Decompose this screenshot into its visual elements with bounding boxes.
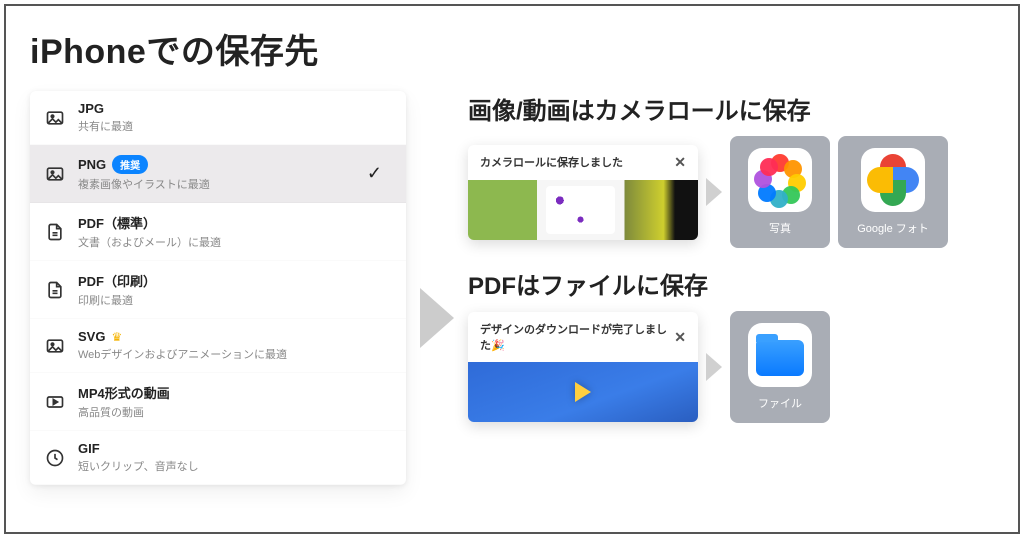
export-item-gif[interactable]: GIF 短いクリップ、音声なし	[30, 431, 406, 485]
toast-message: デザインのダウンロードが完了しました🎉	[480, 321, 674, 353]
section-title-images: 画像/動画はカメラロールに保存	[468, 91, 994, 126]
export-desc: 短いクリップ、音声なし	[78, 458, 392, 474]
arrow-right-icon	[706, 178, 722, 206]
app-label: ファイル	[758, 395, 802, 411]
tutorial-frame: iPhoneでの保存先 JPG 共有に最適 PNG	[4, 4, 1020, 534]
export-label: SVG	[78, 329, 105, 344]
export-label: JPG	[78, 101, 104, 116]
export-item-png[interactable]: PNG 推奨 複素画像やイラストに最適 ✓	[30, 145, 406, 203]
toast-card-saved: カメラロールに保存しました ✕	[468, 145, 698, 240]
export-desc: 印刷に最適	[78, 292, 392, 308]
export-label: PDF（印刷）	[78, 271, 156, 290]
export-item-pdf-standard[interactable]: PDF（標準） 文書（およびメール）に最適	[30, 203, 406, 261]
document-icon	[44, 221, 66, 243]
export-label: GIF	[78, 441, 100, 456]
crown-icon: ♛	[111, 330, 122, 344]
image-icon	[44, 107, 66, 129]
arrow-right-icon	[420, 288, 454, 348]
check-icon: ✓	[367, 163, 392, 184]
close-icon[interactable]: ✕	[674, 154, 686, 171]
photos-app-icon	[748, 148, 812, 212]
image-icon	[44, 335, 66, 357]
export-desc: Webデザインおよびアニメーションに最適	[78, 346, 392, 362]
app-tile-files[interactable]: ファイル	[730, 311, 830, 423]
toast-message: カメラロールに保存しました	[480, 154, 623, 170]
app-tile-photos[interactable]: 写真	[730, 136, 830, 248]
recommended-badge: 推奨	[112, 155, 148, 174]
export-item-svg[interactable]: SVG ♛ Webデザインおよびアニメーションに最適	[30, 319, 406, 373]
toast-preview-image	[468, 180, 698, 240]
export-desc: 複素画像やイラストに最適	[78, 176, 355, 192]
export-label: MP4形式の動画	[78, 383, 170, 402]
video-icon	[44, 391, 66, 413]
export-desc: 高品質の動画	[78, 404, 392, 420]
destinations-column: 画像/動画はカメラロールに保存 カメラロールに保存しました ✕	[468, 91, 994, 423]
images-row: カメラロールに保存しました ✕ 写真	[468, 136, 994, 248]
pdf-row: デザインのダウンロードが完了しました🎉 ✕ ファイル	[468, 311, 994, 423]
app-tile-google-photos[interactable]: Google フォト	[838, 136, 948, 248]
export-item-jpg[interactable]: JPG 共有に最適	[30, 91, 406, 145]
google-photos-app-icon	[861, 148, 925, 212]
toast-card-download: デザインのダウンロードが完了しました🎉 ✕	[468, 312, 698, 422]
image-icon	[44, 163, 66, 185]
document-icon	[44, 279, 66, 301]
section-title-pdf: PDFはファイルに保存	[468, 266, 994, 301]
export-desc: 文書（およびメール）に最適	[78, 234, 392, 250]
export-format-list: JPG 共有に最適 PNG 推奨 複素画像やイラストに最適 ✓	[30, 91, 406, 485]
arrow-right-icon	[706, 353, 722, 381]
export-desc: 共有に最適	[78, 118, 392, 134]
play-icon	[575, 382, 591, 402]
content-row: JPG 共有に最適 PNG 推奨 複素画像やイラストに最適 ✓	[30, 91, 994, 514]
app-label: 写真	[769, 220, 791, 236]
export-item-mp4[interactable]: MP4形式の動画 高品質の動画	[30, 373, 406, 431]
app-label: Google フォト	[857, 220, 929, 236]
gif-icon	[44, 447, 66, 469]
toast-preview-video	[468, 362, 698, 422]
close-icon[interactable]: ✕	[674, 329, 686, 346]
page-title: iPhoneでの保存先	[30, 24, 994, 73]
export-label: PNG	[78, 157, 106, 172]
files-app-icon	[748, 323, 812, 387]
export-item-pdf-print[interactable]: PDF（印刷） 印刷に最適	[30, 261, 406, 319]
export-label: PDF（標準）	[78, 213, 156, 232]
